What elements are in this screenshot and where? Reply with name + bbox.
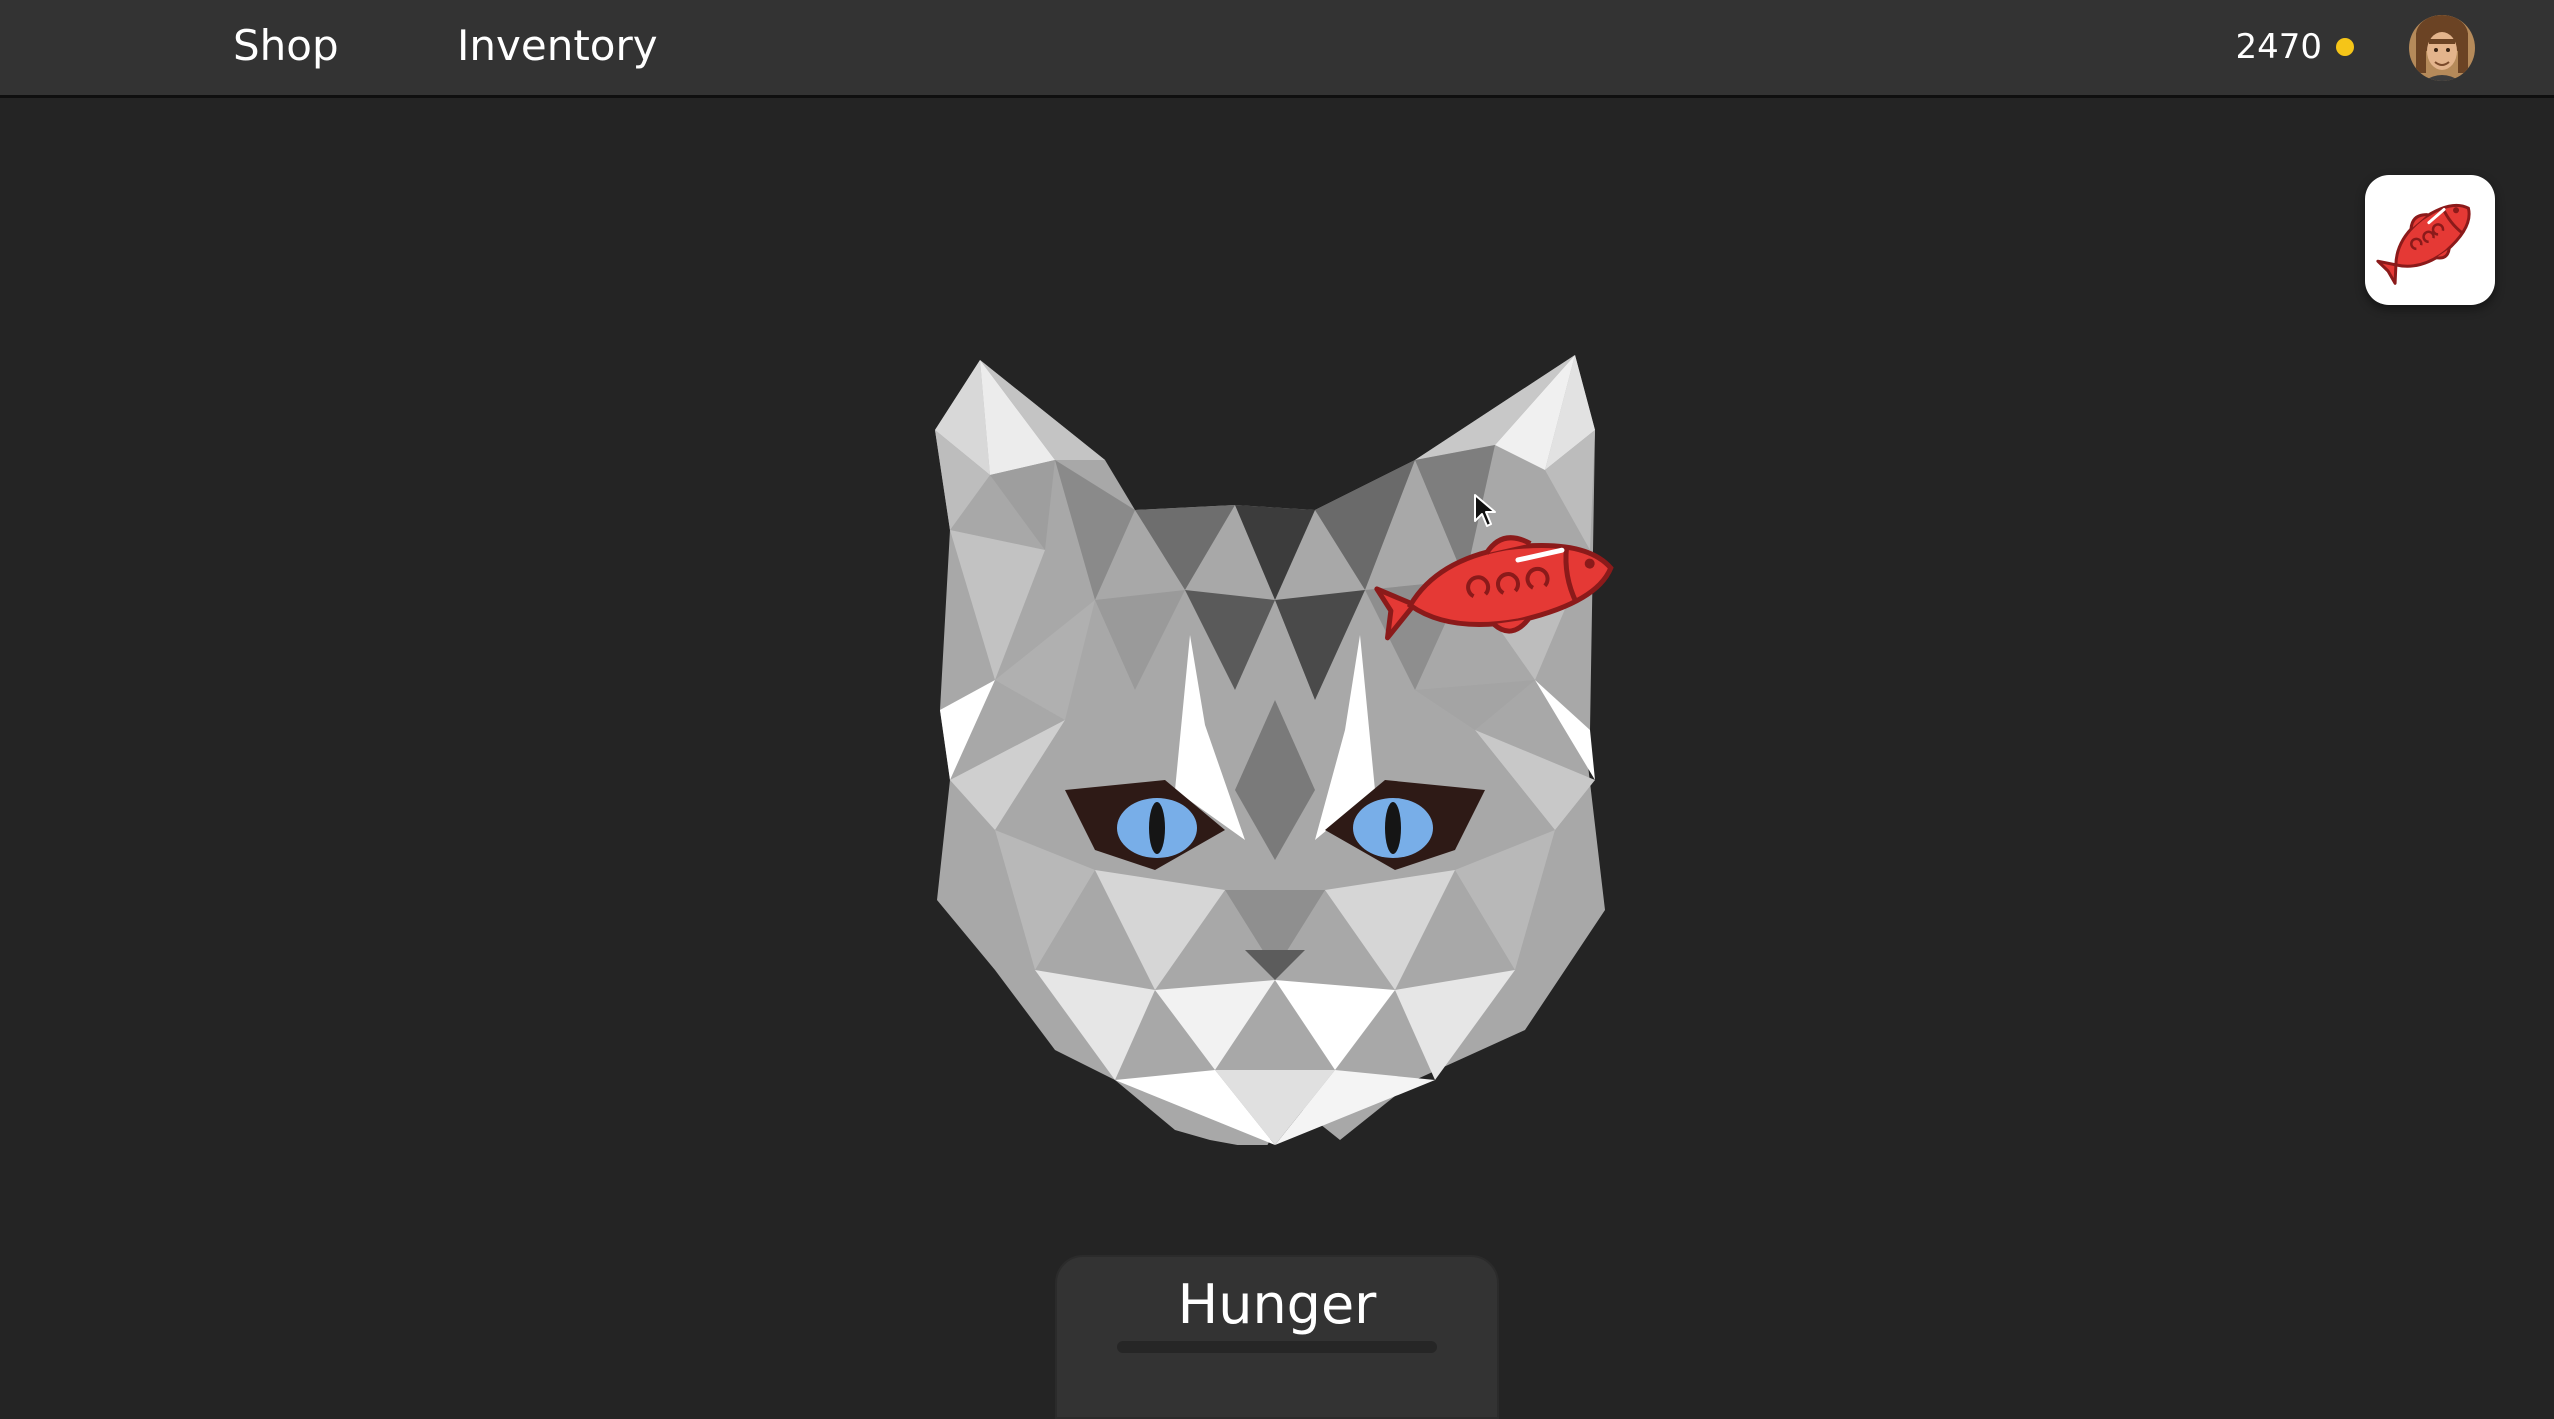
- fish-icon: [2376, 203, 2471, 285]
- user-avatar[interactable]: [2409, 15, 2475, 81]
- dragged-fish-icon[interactable]: [1372, 520, 1622, 650]
- nav-inventory-link[interactable]: Inventory: [457, 18, 658, 74]
- coin-icon: [2336, 38, 2354, 56]
- cat-right-pupil: [1385, 802, 1401, 854]
- cat-left-pupil: [1149, 802, 1165, 854]
- hunger-panel: Hunger: [1055, 1255, 1499, 1419]
- cat-pet-image[interactable]: [935, 350, 1615, 1145]
- hunger-label: Hunger: [1177, 1273, 1377, 1336]
- equipped-item-slot[interactable]: [2365, 175, 2495, 305]
- coin-count: 2470: [2235, 27, 2322, 67]
- hunger-bar: [1117, 1341, 1437, 1353]
- mouse-cursor-icon: [1474, 494, 1496, 527]
- nav-shop-link[interactable]: Shop: [233, 18, 339, 74]
- coin-balance: 2470: [2235, 22, 2354, 72]
- avatar-image: [2409, 15, 2475, 81]
- top-navigation-bar: Shop Inventory 2470: [0, 0, 2554, 98]
